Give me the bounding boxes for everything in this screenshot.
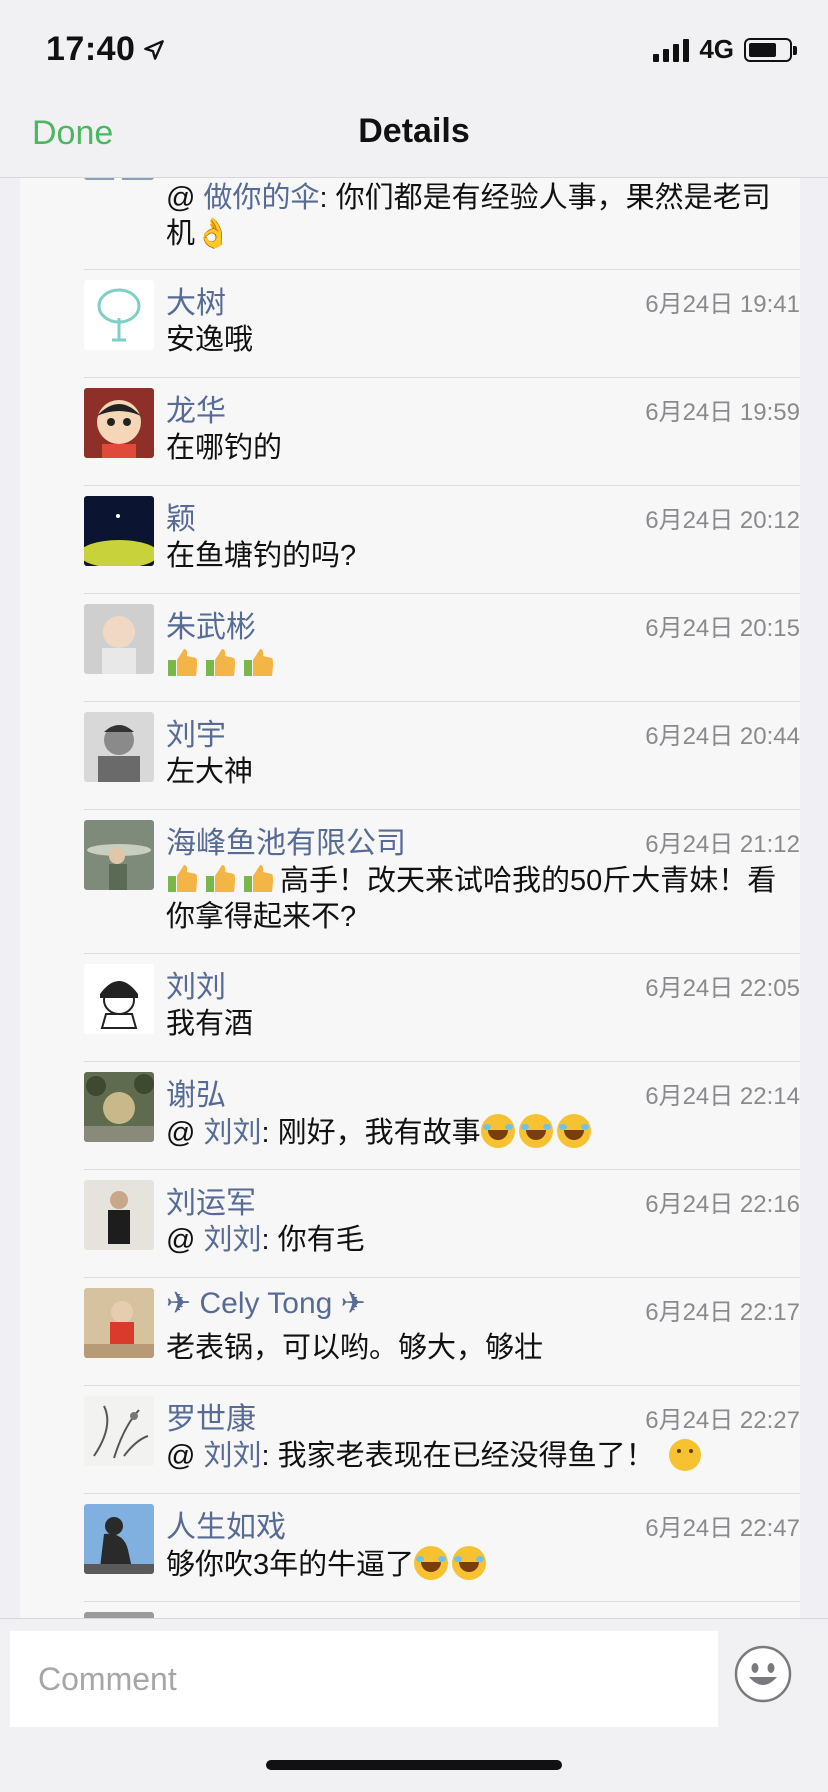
- comment-item[interactable]: 刘运军 6月24日 22:16 @ 刘刘: 你有毛: [84, 1170, 800, 1278]
- smiley-face-icon[interactable]: [734, 1645, 792, 1703]
- battery-level: [749, 42, 776, 57]
- avatar[interactable]: [84, 1288, 154, 1358]
- laughing-emoji-icon: [414, 1546, 449, 1580]
- thinking-emoji-icon: [668, 1439, 701, 1471]
- comment-item[interactable]: 海峰鱼池有限公司 6月24日 21:12 高手！改天来试哈我的50斤大青妹！看你…: [84, 810, 800, 954]
- commenter-name[interactable]: 朱武彬: [166, 602, 256, 646]
- comment-item[interactable]: 谢弘 6月24日 22:14 @ 刘刘: 刚好，我有故事: [84, 1062, 800, 1170]
- avatar[interactable]: [84, 178, 154, 180]
- mention-prefix: @: [166, 1117, 204, 1149]
- comment-item[interactable]: 大树 6月24日 19:41 安逸哦: [84, 270, 800, 378]
- thumbs-up-icon: [168, 649, 197, 676]
- comment-time: 6月24日 20:44: [645, 723, 800, 750]
- comment-item[interactable]: 朱武彬 6月24日 20:15: [84, 594, 800, 702]
- avatar[interactable]: [84, 1504, 154, 1574]
- mention-link[interactable]: 做你的伞: [204, 182, 320, 214]
- avatar[interactable]: [84, 1396, 154, 1466]
- comment-text: 在鱼塘钓的吗?: [166, 540, 357, 572]
- mention-link[interactable]: 刘刘: [204, 1117, 262, 1149]
- comment-text: 够你吹3年的牛逼了: [166, 1549, 415, 1581]
- comment-item[interactable]: 龙华 6月24日 19:59 在哪钓的: [84, 378, 800, 486]
- comment-time: 6月24日 22:27: [645, 1407, 800, 1434]
- comment-item[interactable]: 刘宇 6月24日 20:44 左大神: [84, 702, 800, 810]
- comment-item[interactable]: 刘刘 6月24日 22:05 我有酒: [84, 954, 800, 1062]
- comment-time: 6月24日 22:05: [645, 975, 800, 1002]
- comment-time: 6月24日 22:17: [645, 1299, 800, 1326]
- avatar[interactable]: [84, 1072, 154, 1142]
- mention-prefix: @: [166, 1440, 204, 1472]
- comment-time: 6月24日 22:47: [645, 1515, 800, 1542]
- network-label: 4G: [699, 34, 734, 64]
- comment-input[interactable]: [10, 1631, 718, 1727]
- thumbs-up-icon: [168, 865, 197, 892]
- avatar[interactable]: [84, 604, 154, 674]
- thumbs-up-icon: [206, 649, 235, 676]
- comment-time: 6月24日 20:15: [645, 615, 800, 642]
- laughing-emoji-icon: [480, 1114, 515, 1148]
- comment-text: 左大神: [166, 756, 254, 788]
- commenter-name[interactable]: 刘运军: [166, 1178, 256, 1222]
- comment-time: 6月24日 22:16: [645, 1191, 800, 1218]
- status-time: 17:40: [46, 30, 136, 68]
- comment-item[interactable]: [84, 1602, 800, 1618]
- comment-time: 6月24日 22:14: [645, 1083, 800, 1110]
- comment-text: 安逸哦: [166, 324, 254, 356]
- avatar[interactable]: [84, 712, 154, 782]
- location-arrow-icon: [144, 39, 165, 60]
- laughing-emoji-icon: [452, 1546, 487, 1580]
- comment-item[interactable]: 人生如戏 6月24日 22:47 够你吹3年的牛逼了: [84, 1494, 800, 1602]
- comment-time: 6月24日 19:41: [645, 291, 800, 318]
- comment-text: 在哪钓的: [166, 432, 283, 464]
- comment-time: 6月24日 20:12: [645, 507, 800, 534]
- comment-time: 6月24日 21:12: [645, 831, 800, 858]
- mention-link[interactable]: 刘刘: [204, 1440, 262, 1472]
- status-bar: 17:40 4G: [0, 0, 828, 100]
- mention-prefix: @: [166, 1224, 204, 1256]
- comment-text: : 你有毛: [261, 1224, 365, 1256]
- commenter-name[interactable]: 刘宇: [166, 710, 226, 754]
- comment-item[interactable]: 颖 6月24日 20:12 在鱼塘钓的吗?: [84, 486, 800, 594]
- comment-text: 我有酒: [166, 1008, 254, 1040]
- cellular-signal-icon: [653, 38, 690, 62]
- commenter-name[interactable]: 谢弘: [166, 1070, 226, 1114]
- page-title: Details: [358, 112, 470, 150]
- commenter-name[interactable]: ✈ Cely Tong ✈: [166, 1286, 366, 1321]
- laughing-emoji-icon: [518, 1114, 553, 1148]
- avatar[interactable]: [84, 388, 154, 458]
- comment-text: 老表锅，可以哟。够大，够壮: [166, 1332, 544, 1364]
- mention-prefix: @: [166, 182, 204, 214]
- battery-icon: [744, 37, 797, 62]
- avatar[interactable]: [84, 964, 154, 1034]
- avatar[interactable]: [84, 820, 154, 890]
- thumbs-up-icon: [206, 865, 235, 892]
- commenter-name[interactable]: 龙华: [166, 386, 226, 430]
- commenter-name[interactable]: 刘刘: [166, 962, 226, 1006]
- laughing-emoji-icon: [556, 1114, 591, 1148]
- home-indicator: [266, 1760, 562, 1770]
- comment-item[interactable]: @ 做你的伞: 你们都是有经验人事，果然是老司机👌: [84, 178, 800, 270]
- commenter-name[interactable]: 罗世康: [166, 1394, 256, 1438]
- commenter-name[interactable]: 大树: [166, 278, 226, 322]
- commenter-name[interactable]: 人生如戏: [166, 1502, 286, 1546]
- commenter-name[interactable]: 颖: [166, 494, 196, 538]
- commenter-name[interactable]: 海峰鱼池有限公司: [166, 818, 406, 862]
- comment-text: : 刚好，我有故事: [261, 1117, 481, 1149]
- thumbs-up-icon: [244, 649, 273, 676]
- comment-text: : 我家老表现在已经没得鱼了！: [261, 1440, 655, 1472]
- thumbs-up-icon: [244, 865, 273, 892]
- avatar[interactable]: [84, 496, 154, 566]
- avatar[interactable]: [84, 280, 154, 350]
- comment-item[interactable]: ✈ Cely Tong ✈ 6月24日 22:17 老表锅，可以哟。够大，够壮: [84, 1278, 800, 1386]
- comment-item[interactable]: 罗世康 6月24日 22:27 @ 刘刘: 我家老表现在已经没得鱼了！: [84, 1386, 800, 1494]
- comments-list[interactable]: @ 做你的伞: 你们都是有经验人事，果然是老司机👌 大树 6月24日 19:41…: [20, 178, 800, 1618]
- mention-link[interactable]: 刘刘: [204, 1224, 262, 1256]
- avatar[interactable]: [84, 1180, 154, 1250]
- comment-time: 6月24日 19:59: [645, 399, 800, 426]
- navigation-bar: Done Details: [0, 100, 828, 178]
